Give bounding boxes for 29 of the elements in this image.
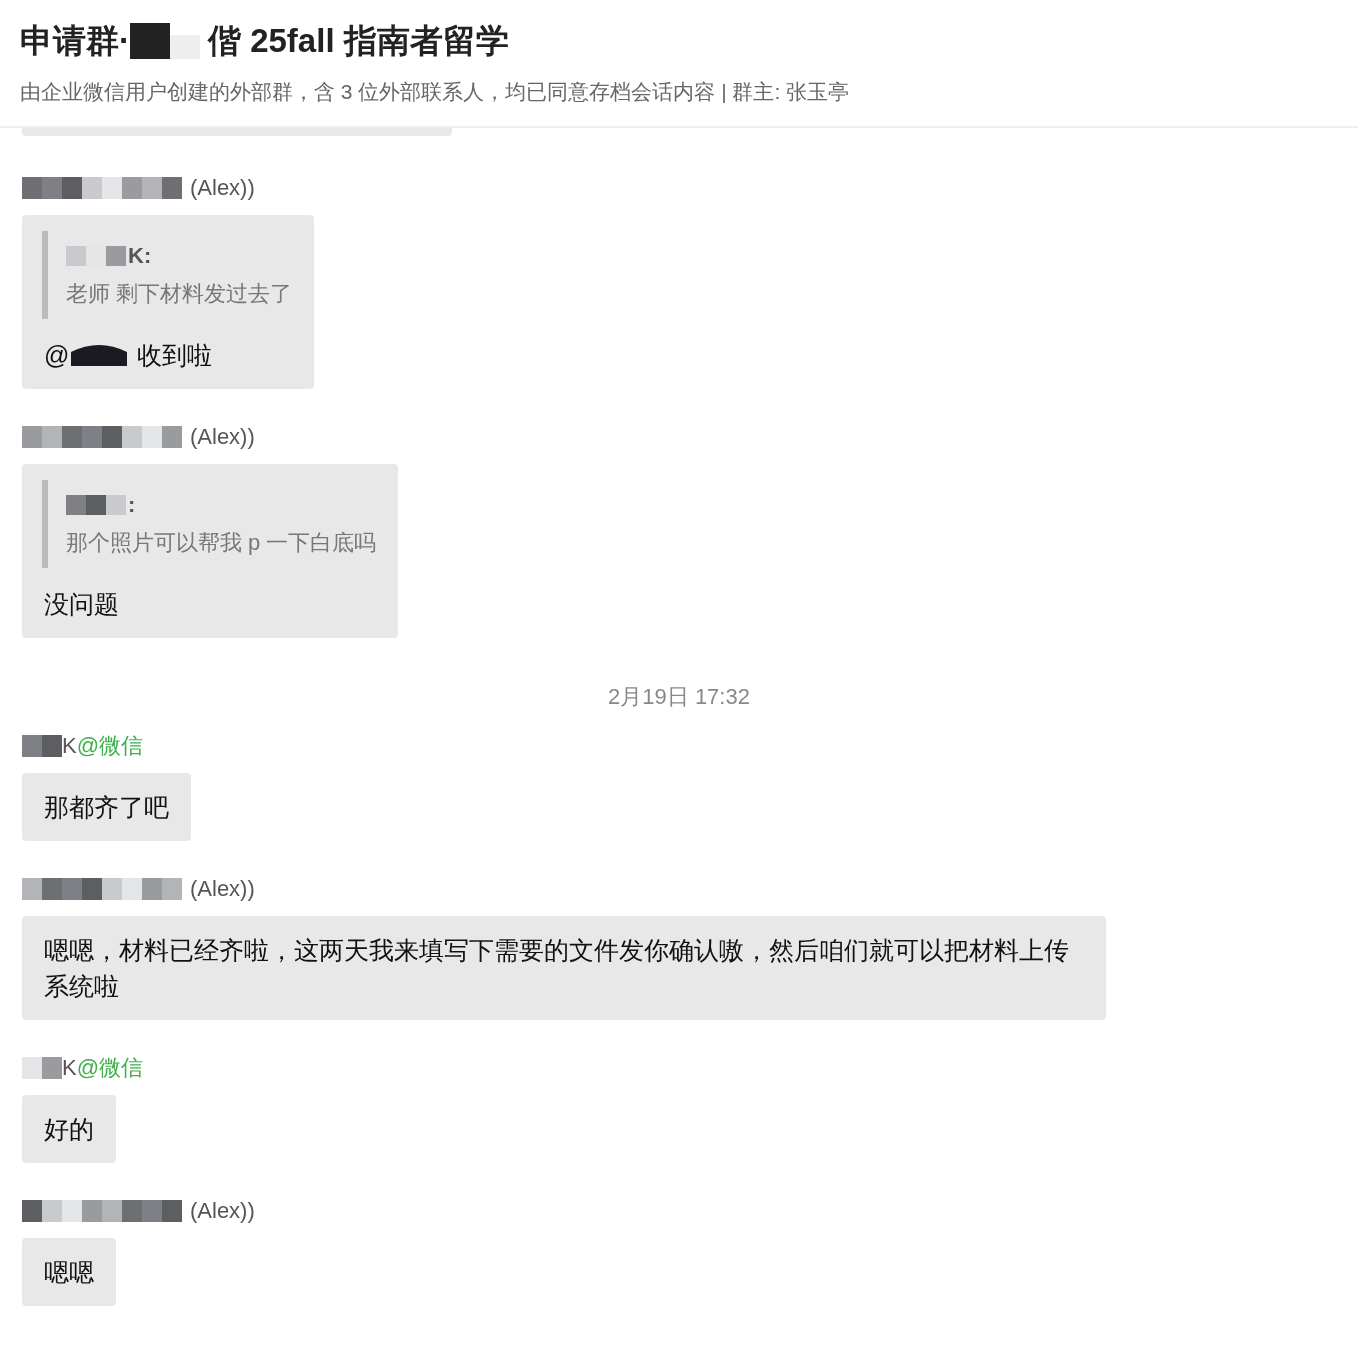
redaction-mosaic xyxy=(22,735,62,757)
redaction-mosaic xyxy=(22,1057,62,1079)
quoted-text: 老师 剩下材料发过去了 xyxy=(66,280,293,308)
redaction-mosaic xyxy=(130,23,200,59)
redaction-mosaic xyxy=(71,344,128,366)
group-description: 由企业微信用户创建的外部群，含 3 位外部联系人，均已同意存档会话内容 | 群主: 张玉亭 xyxy=(20,79,851,105)
message-bubble: 好的 xyxy=(22,1095,116,1163)
timestamp: 2月19日 17:32 xyxy=(607,683,751,711)
redaction-mosaic xyxy=(66,495,126,515)
sender-source: @微信 xyxy=(76,1054,144,1082)
quoted-author: : xyxy=(128,491,136,519)
redaction-mosaic xyxy=(66,246,126,266)
message-text: 收到啦 xyxy=(137,340,213,371)
sender-source: @微信 xyxy=(76,732,144,760)
sender-name: K xyxy=(62,1055,77,1081)
sender-name: (Alex)) xyxy=(190,876,255,902)
group-title: 申请群· xyxy=(20,20,130,61)
mention: @ xyxy=(44,340,70,371)
message-text: 没问题 xyxy=(44,589,119,620)
sender-name: (Alex)) xyxy=(190,1198,255,1224)
sender-name: (Alex)) xyxy=(190,175,255,201)
quoted-author: K: xyxy=(128,242,152,270)
sender-name: (Alex)) xyxy=(190,424,255,450)
sender-name: K xyxy=(62,733,77,759)
message-bubble: 那都齐了吧 xyxy=(22,773,191,841)
message-bubble: 嗯嗯，材料已经齐啦，这两天我来填写下需要的文件发你确认嗷，然后咱们就可以把材料上传系统啦 xyxy=(22,916,1106,1020)
quoted-text: 那个照片可以帮我 p 一下白底吗 xyxy=(66,529,377,557)
group-title: 偕 25fall 指南者留学 xyxy=(208,20,509,61)
message-bubble: 嗯嗯 xyxy=(22,1238,116,1306)
